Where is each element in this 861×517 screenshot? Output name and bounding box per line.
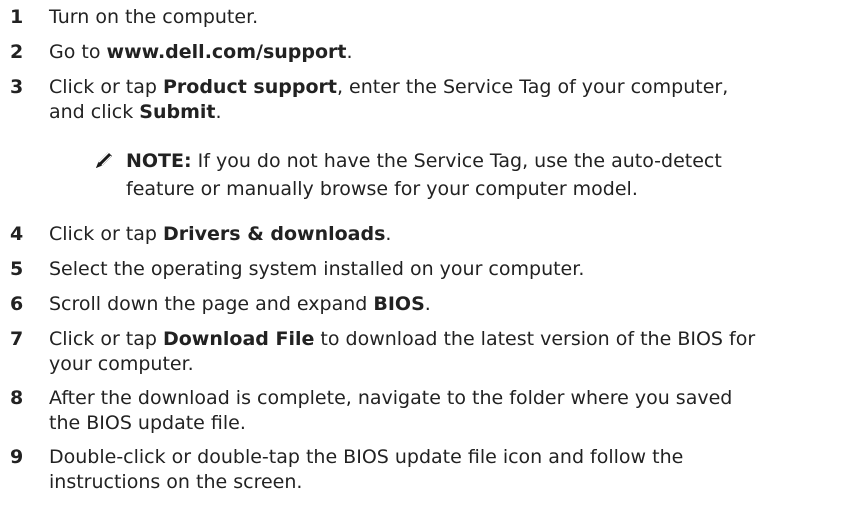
note-label: NOTE: bbox=[126, 150, 192, 172]
note-text: NOTE: If you do not have the Service Tag… bbox=[126, 150, 722, 200]
step-number: 7 bbox=[10, 328, 24, 350]
step-number: 4 bbox=[10, 223, 24, 245]
step-text: Turn on the computer. bbox=[49, 6, 259, 28]
step-number: 3 bbox=[10, 76, 24, 98]
step-number: 2 bbox=[10, 41, 24, 63]
step-number: 9 bbox=[10, 446, 24, 468]
step-text: After the download is complete, navigate… bbox=[49, 387, 733, 434]
step-text: Scroll down the page and expand BIOS. bbox=[49, 293, 431, 315]
step-number: 1 bbox=[10, 6, 24, 28]
document-page: 1 Turn on the computer. 2 Go to www.dell… bbox=[0, 0, 861, 517]
step-number: 6 bbox=[10, 293, 24, 315]
step-number: 5 bbox=[10, 258, 24, 280]
step-number: 8 bbox=[10, 387, 24, 409]
support-url: www.dell.com/support bbox=[106, 41, 347, 63]
step-text: Click or tap Product support, enter the … bbox=[49, 76, 729, 123]
step-text: Go to www.dell.com/support. bbox=[49, 41, 353, 63]
pencil-icon bbox=[93, 149, 115, 171]
step-text: Click or tap Download File to download t… bbox=[49, 328, 756, 375]
step-text: Click or tap Drivers & downloads. bbox=[49, 223, 392, 245]
step-text: Select the operating system installed on… bbox=[49, 258, 585, 280]
step-text: Double-click or double-tap the BIOS upda… bbox=[49, 446, 684, 493]
